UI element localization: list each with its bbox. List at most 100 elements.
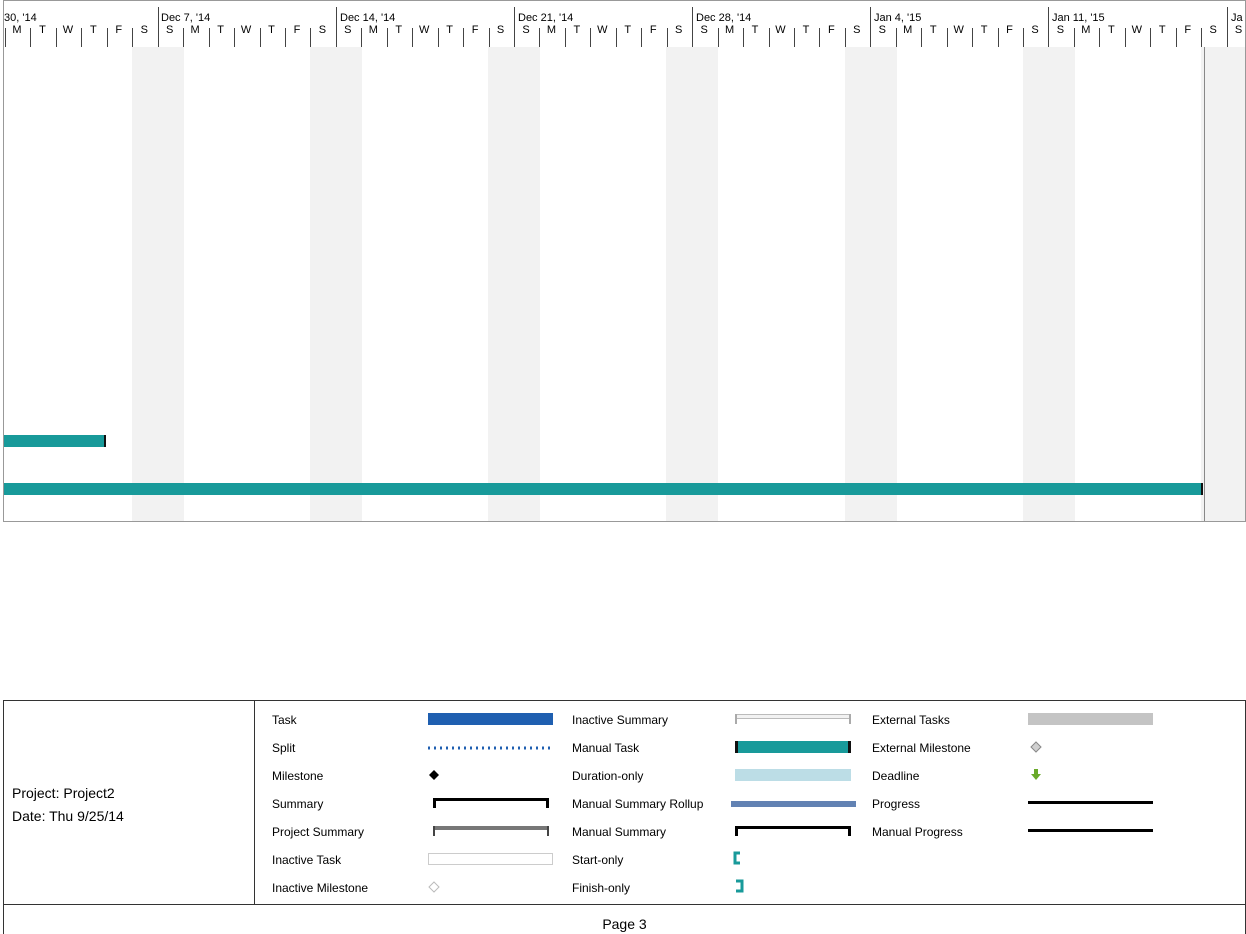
project-name: Project: Project2	[12, 785, 115, 801]
milestone-diamond-icon	[429, 770, 439, 780]
day-label: S	[344, 24, 352, 36]
task-bar[interactable]	[4, 435, 105, 447]
day-label: S	[878, 24, 886, 36]
legend-label-project-summary: Project Summary	[272, 825, 365, 839]
day-label: T	[39, 24, 46, 36]
day-label: F	[649, 24, 657, 36]
day-tick	[844, 28, 846, 47]
day-label: W	[597, 24, 608, 36]
day-label: T	[751, 24, 759, 36]
legend-label-external-milestone: External Milestone	[872, 741, 971, 755]
weekend-shade	[488, 47, 540, 521]
week-tick	[870, 7, 872, 47]
start-only-icon	[733, 851, 740, 865]
day-tick	[234, 28, 236, 47]
task-bar[interactable]	[4, 483, 1202, 495]
day-label: S	[1234, 24, 1243, 36]
week-tick	[1048, 7, 1050, 47]
legend-label-progress: Progress	[872, 797, 921, 811]
legend-label-manual-task: Manual Task	[572, 741, 640, 755]
day-tick	[284, 28, 286, 47]
day-tick	[1073, 28, 1075, 47]
duration-only-swatch	[735, 769, 851, 781]
day-label: W	[1131, 24, 1142, 36]
task-bar-end	[104, 435, 106, 447]
deadline-arrow-icon	[1031, 769, 1041, 780]
gantt-chart: 30, '14 Dec 7, '14 Dec 14, '14 Dec 21, '…	[3, 0, 1246, 522]
day-tick	[997, 28, 999, 47]
day-tick	[641, 28, 643, 47]
day-label: M	[190, 24, 200, 36]
day-tick	[972, 28, 974, 47]
day-label: M	[12, 24, 22, 36]
day-tick	[946, 28, 948, 47]
day-label: W	[240, 24, 252, 36]
day-tick	[183, 28, 185, 47]
day-tick	[81, 28, 83, 47]
day-label: T	[929, 24, 937, 36]
legend-symbols-col3	[1028, 713, 1153, 832]
week-label: Dec 28, '14	[696, 12, 752, 24]
weekend-shade	[1023, 47, 1075, 521]
day-label: T	[89, 24, 97, 36]
day-label: S	[1209, 24, 1217, 36]
progress-swatch	[1028, 801, 1153, 804]
legend-label-deadline: Deadline	[872, 769, 920, 783]
day-tick	[55, 28, 57, 47]
external-milestone-icon	[1030, 741, 1042, 753]
legend-label-inactive-milestone: Inactive Milestone	[272, 881, 369, 895]
day-tick	[310, 28, 312, 47]
day-label: F	[293, 24, 301, 36]
day-tick	[361, 28, 363, 47]
day-tick	[1175, 28, 1177, 47]
day-tick	[1023, 28, 1024, 47]
week-tick	[692, 7, 694, 47]
day-label: M	[546, 24, 557, 36]
day-label: F	[471, 24, 479, 36]
manual-task-swatch	[735, 741, 851, 753]
day-tick	[743, 28, 745, 47]
legend-symbols-col2	[731, 714, 856, 893]
weekend-shade	[666, 47, 718, 521]
day-label: F	[828, 24, 835, 36]
day-label: T	[1107, 24, 1115, 36]
week-label: Ja	[1231, 12, 1243, 24]
day-label: T	[446, 24, 453, 36]
summary-bracket-icon	[433, 798, 549, 808]
day-label: W	[953, 24, 964, 36]
day-tick	[539, 28, 541, 47]
task-swatch	[428, 713, 553, 725]
task-bar-end	[1201, 483, 1203, 495]
legend-label-summary: Summary	[272, 797, 324, 811]
day-tick	[895, 28, 897, 47]
day-tick	[437, 28, 439, 47]
day-label: S	[1031, 24, 1039, 36]
weekend-shade	[1201, 47, 1245, 521]
week-label: Jan 11, '15	[1052, 12, 1105, 24]
legend-label-manual-summary-rollup: Manual Summary Rollup	[572, 797, 704, 811]
week-label: Jan 4, '15	[874, 12, 922, 24]
day-label: F	[1006, 24, 1013, 36]
day-label: S	[1056, 24, 1065, 36]
day-tick	[921, 28, 923, 47]
day-label: M	[725, 24, 735, 36]
day-label: T	[802, 24, 810, 36]
project-end-line	[1204, 47, 1205, 521]
week-tick	[514, 7, 515, 47]
day-label: F	[115, 24, 123, 36]
week-tick	[335, 7, 337, 47]
day-tick	[768, 28, 770, 47]
day-label: T	[395, 24, 403, 36]
day-tick	[1150, 28, 1152, 47]
day-label: M	[1081, 24, 1091, 36]
legend-label-manual-summary: Manual Summary	[572, 825, 667, 839]
legend-label-inactive-summary: Inactive Summary	[572, 713, 669, 727]
legend-label-inactive-task: Inactive Task	[272, 853, 342, 867]
weekend-shade	[132, 47, 184, 521]
day-tick	[666, 28, 668, 47]
legend-box: Project: Project2 Date: Thu 9/25/14 Task…	[3, 700, 1246, 905]
day-tick	[412, 28, 414, 47]
day-label: T	[268, 24, 275, 36]
day-tick	[132, 28, 134, 47]
week-label: Dec 7, '14	[161, 12, 211, 24]
